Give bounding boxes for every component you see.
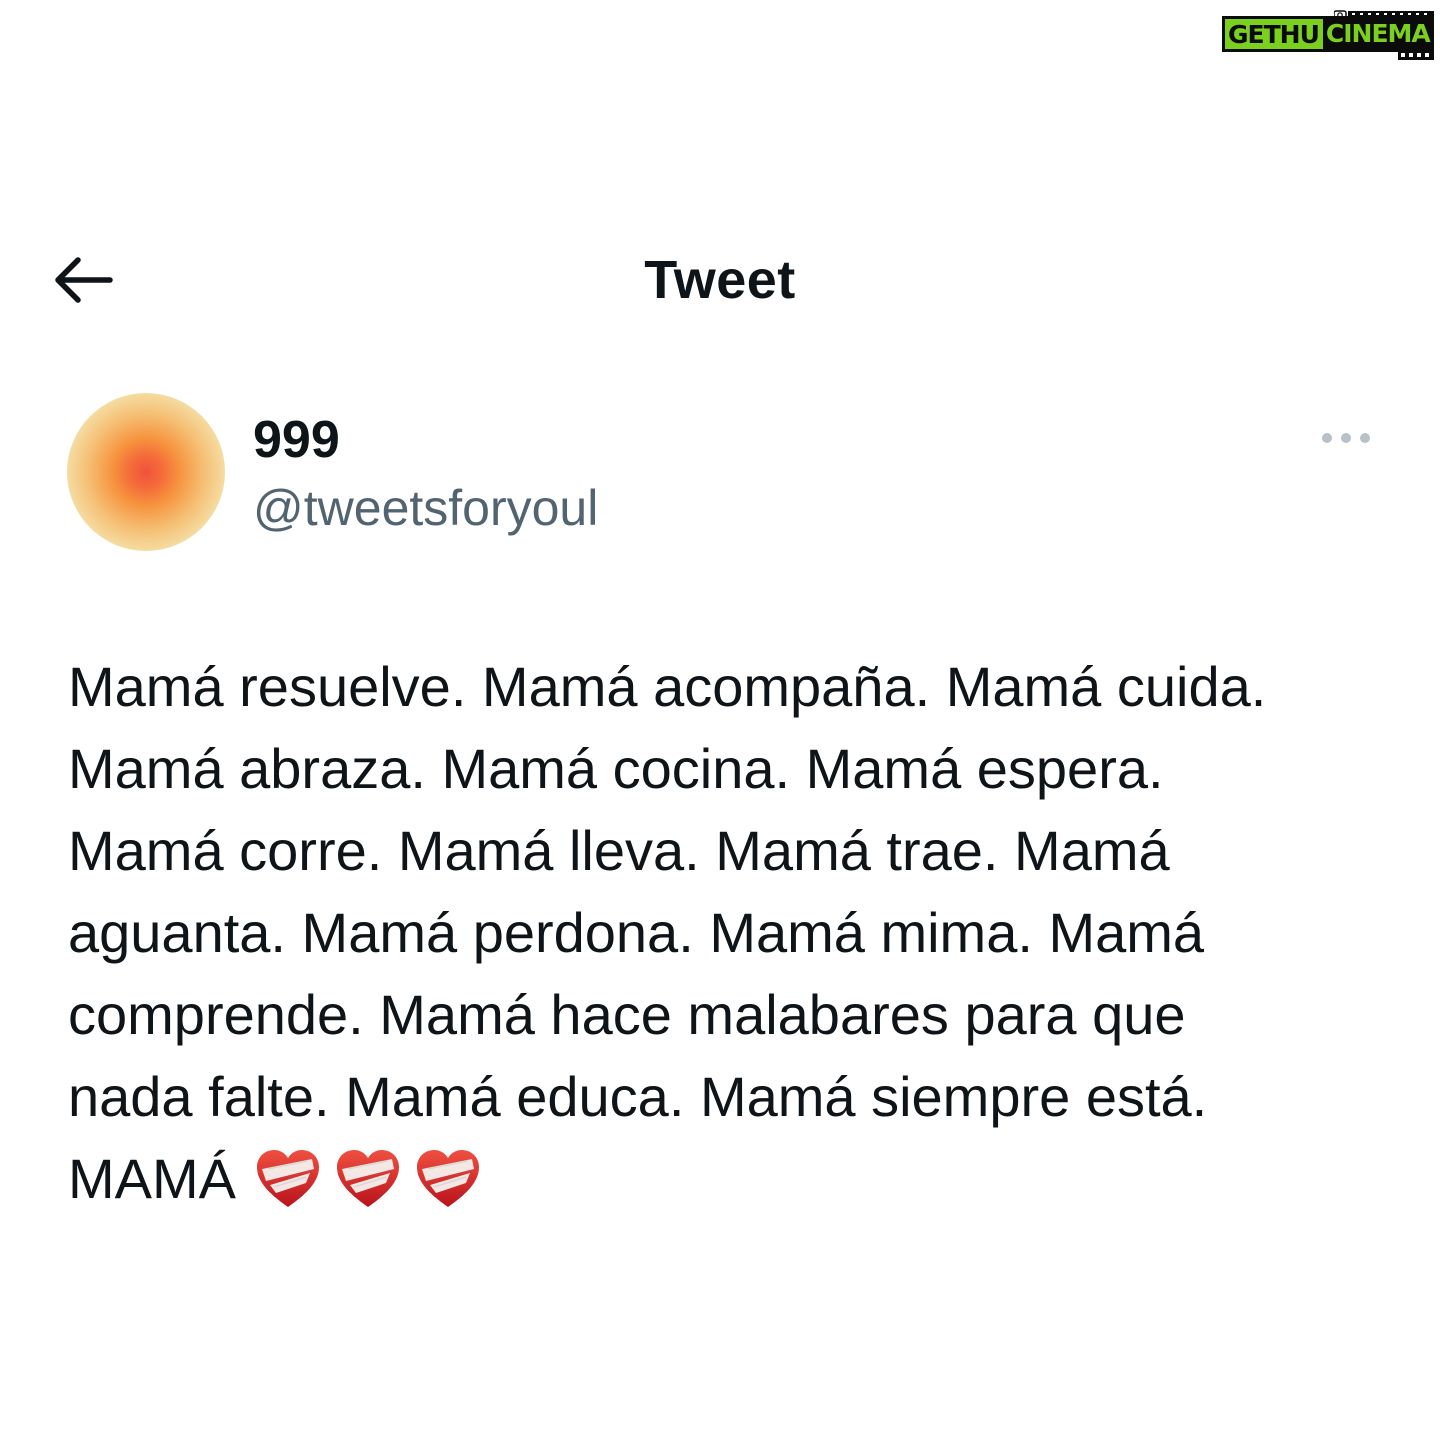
avatar[interactable] [67,393,225,551]
watermark-text-right: CINEMA [1322,19,1433,49]
tweet-line: aguanta. Mamá perdona. Mamá mima. Mamá [68,901,1205,964]
watermark-badge: GETHU CINEMA [1222,16,1434,52]
tweet-header: Tweet [0,240,1440,320]
more-horizontal-icon [1322,433,1370,443]
mending-heart-emoji [417,1150,479,1208]
tweet-line: comprende. Mamá hace malabares para que [68,983,1186,1046]
tweet-line: nada falte. Mamá educa. Mamá siempre est… [68,1065,1208,1128]
mending-heart-emoji [337,1150,399,1208]
page-title: Tweet [644,250,796,310]
author-display-name[interactable]: 999 [253,410,340,470]
tweet-text: Mamá resuelve. Mamá acompaña. Mamá cuida… [68,646,1388,1220]
mending-heart-emoji [257,1150,319,1208]
author-handle[interactable]: @tweetsforyoul [253,478,598,538]
tweet-line-last: MAMÁ [68,1138,1388,1220]
tweet-line-mama: MAMÁ [68,1147,236,1210]
watermark-logo: GETHU CINEMA [1222,8,1434,60]
emoji-row [254,1147,482,1211]
film-strip-icon [1398,50,1434,60]
tweet-line: Mamá corre. Mamá lleva. Mamá trae. Mamá [68,819,1170,882]
watermark-text-left: GETHU [1228,19,1320,49]
tweet-line: Mamá abraza. Mamá cocina. Mamá espera. [68,737,1164,800]
more-options-button[interactable] [1316,420,1376,456]
tweet-line: Mamá resuelve. Mamá acompaña. Mamá cuida… [68,655,1267,718]
